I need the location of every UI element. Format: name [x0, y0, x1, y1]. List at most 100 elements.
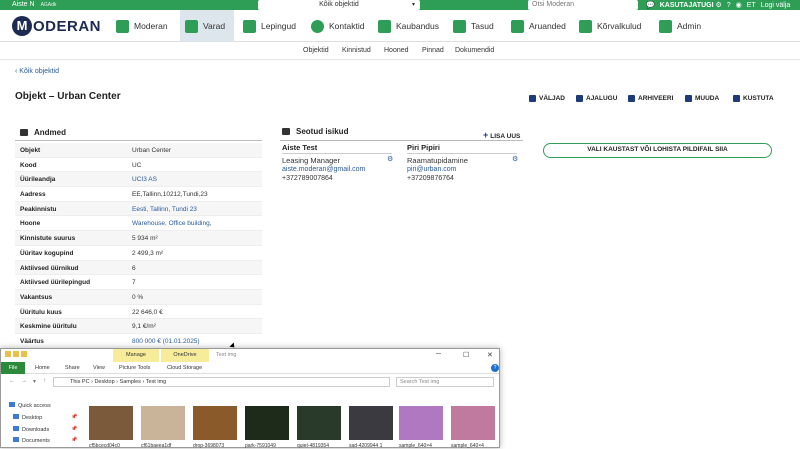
chat-icon[interactable]: 💬: [646, 2, 655, 9]
sitemap-icon: [659, 19, 672, 33]
file-item[interactable]: sample_640×4: [399, 406, 443, 449]
person-email[interactable]: aiste.moderan@gmail.com: [282, 165, 392, 174]
file-item[interactable]: drop-3698073: [193, 406, 237, 449]
help-icon[interactable]: ?: [491, 364, 499, 372]
object-select[interactable]: Kõik objektid ▾: [258, 0, 420, 10]
sidebar-item-downloads[interactable]: Downloads: [13, 426, 49, 433]
explorer-titlebar[interactable]: Manage OneDrive Test img ─ ☐ ✕: [1, 349, 499, 362]
subnav-pinnad[interactable]: Pinnad: [422, 47, 444, 54]
thumbnail-image: [89, 406, 133, 440]
chevron-down-icon: ▾: [411, 2, 415, 8]
table-row: Peakinnistu Eesti, Tallinn, Tundi 23: [15, 201, 262, 217]
history-icon: [576, 95, 583, 102]
help-icon[interactable]: ?: [727, 2, 731, 9]
user-name[interactable]: Aiste N AGAdk: [12, 1, 56, 8]
value-link[interactable]: 800 000 € (01.01.2025): [132, 338, 200, 345]
search-input[interactable]: Otsi Moderan: [528, 0, 638, 10]
support-link[interactable]: KASUTAJATUGI: [660, 2, 714, 9]
building-link[interactable]: Warehouse, Office building,: [132, 220, 212, 227]
person-role: Leasing Manager: [282, 156, 340, 165]
landlord-link[interactable]: UCI3 AS: [132, 176, 157, 183]
top-right-menu: 💬 KASUTAJATUGI ⚙? ◉ ET Logi välja: [646, 1, 795, 9]
back-link[interactable]: ‹ Kõik objektid: [15, 68, 59, 75]
sidebar-item-quick-access[interactable]: Quick access: [9, 402, 51, 409]
nav-item-moderan[interactable]: Moderan: [116, 10, 168, 42]
table-row: Väärtus 800 000 € (01.01.2025): [15, 334, 262, 349]
table-row: Aktiivsed üürnikud 6: [15, 260, 262, 276]
table-row: Kood UC: [15, 158, 262, 173]
nav-item-lepingud[interactable]: Lepingud: [243, 10, 296, 42]
person-phone: +372789007864: [282, 175, 333, 182]
chevron-down-icon[interactable]: ▾: [33, 378, 36, 385]
tab-view[interactable]: View: [93, 365, 105, 371]
sidebar-item-documents[interactable]: Documents: [13, 437, 50, 444]
subnav-dokumendid[interactable]: Dokumendid: [455, 47, 494, 54]
explorer-search-input[interactable]: Search Test img: [396, 377, 494, 387]
table-row: Üürileandja UCI3 AS: [15, 172, 262, 188]
logout-link[interactable]: Logi välja: [761, 2, 791, 9]
trash-icon: [733, 95, 740, 102]
subnav-objektid[interactable]: Objektid: [303, 47, 329, 54]
file-item[interactable]: sample_640×4: [451, 406, 495, 449]
tab-onedrive[interactable]: OneDrive: [161, 349, 209, 362]
file-item[interactable]: park-7591049: [245, 406, 289, 449]
address-path[interactable]: This PC › Desktop › Samples › Test img: [53, 377, 390, 387]
up-arrow-icon[interactable]: ↑: [43, 378, 46, 384]
fields-button[interactable]: VÄLJAD: [529, 95, 565, 102]
nav-item-varad[interactable]: Varad: [180, 10, 234, 42]
nav-item-aruanded[interactable]: Aruanded: [511, 10, 566, 42]
tab-cloud-storage[interactable]: Cloud Storage: [167, 365, 202, 371]
person-role: Raamatupidamine: [407, 156, 468, 165]
subnav-hooned[interactable]: Hooned: [384, 47, 409, 54]
add-new-button[interactable]: + LISA UUS: [483, 130, 520, 140]
maximize-button[interactable]: ☐: [463, 351, 469, 359]
logo[interactable]: M ODERAN: [12, 16, 101, 36]
document-icon: [243, 19, 256, 33]
gear-icon[interactable]: ⚙: [715, 2, 721, 9]
file-item[interactable]: cf5bcecd04c0: [89, 406, 133, 449]
back-arrow-icon[interactable]: ←: [9, 378, 15, 384]
building-icon: [185, 19, 198, 33]
edit-button[interactable]: MUUDA: [685, 95, 719, 102]
minimize-button[interactable]: ─: [436, 351, 441, 358]
list-icon: [20, 129, 28, 136]
explorer-ribbon: File Home Share View Picture Tools Cloud…: [1, 362, 499, 374]
thumbnail-image: [297, 406, 341, 440]
tab-file[interactable]: File: [1, 362, 25, 374]
user-tag: AGAdk: [40, 2, 57, 8]
person-name[interactable]: Aiste Test: [282, 143, 392, 154]
table-row: Vakantsus 0 %: [15, 289, 262, 305]
tab-manage[interactable]: Manage: [113, 349, 159, 362]
forward-arrow-icon[interactable]: →: [21, 378, 27, 384]
person-name[interactable]: Piri Pipiri: [407, 143, 517, 154]
history-button[interactable]: AJALUGU: [576, 95, 617, 102]
gear-icon[interactable]: ⚙: [387, 155, 393, 163]
tab-picture-tools[interactable]: Picture Tools: [119, 365, 150, 371]
archive-button[interactable]: ARHIVEERI: [628, 95, 673, 102]
nav-item-admin[interactable]: Admin: [659, 10, 701, 42]
delete-button[interactable]: KUSTUTA: [733, 95, 774, 102]
nav-item-kontaktid[interactable]: Kontaktid: [311, 10, 364, 42]
explorer-address-bar: ← → ▾ ↑ This PC › Desktop › Samples › Te…: [1, 375, 499, 389]
property-link[interactable]: Eesti, Tallinn, Tundi 23: [132, 206, 197, 213]
language-selector[interactable]: ET: [747, 2, 756, 9]
file-item[interactable]: cf61baeea1df: [141, 406, 185, 449]
file-item[interactable]: sad-4209944 1: [349, 406, 393, 449]
nav-item-tasud[interactable]: Tasud: [453, 10, 494, 42]
nav-item-kaubandus[interactable]: Kaubandus: [378, 10, 439, 42]
sidebar-item-desktop[interactable]: Desktop: [13, 414, 42, 421]
desktop-icon: [13, 414, 19, 419]
nav-item-korvalkulud[interactable]: Kõrvalkulud: [579, 10, 641, 42]
tab-share[interactable]: Share: [65, 365, 80, 371]
close-button[interactable]: ✕: [487, 351, 493, 359]
file-item[interactable]: quiet-4819354: [297, 406, 341, 449]
quick-access-toolbar: [5, 351, 47, 359]
subnav-kinnistud[interactable]: Kinnistud: [342, 47, 371, 54]
andmed-title: Andmed: [20, 128, 66, 137]
table-row: Aadress EE,Tallinn,10212,Tundi,23: [15, 187, 262, 202]
image-dropzone[interactable]: VALI KAUSTAST VÕI LOHISTA PILDIFAIL SIIA: [543, 143, 772, 158]
person-email[interactable]: piri@urban.com: [407, 165, 517, 174]
tab-home[interactable]: Home: [35, 365, 50, 371]
gear-icon[interactable]: ⚙: [512, 155, 518, 163]
table-row: Kinnistute suurus 5 934 m²: [15, 231, 262, 246]
